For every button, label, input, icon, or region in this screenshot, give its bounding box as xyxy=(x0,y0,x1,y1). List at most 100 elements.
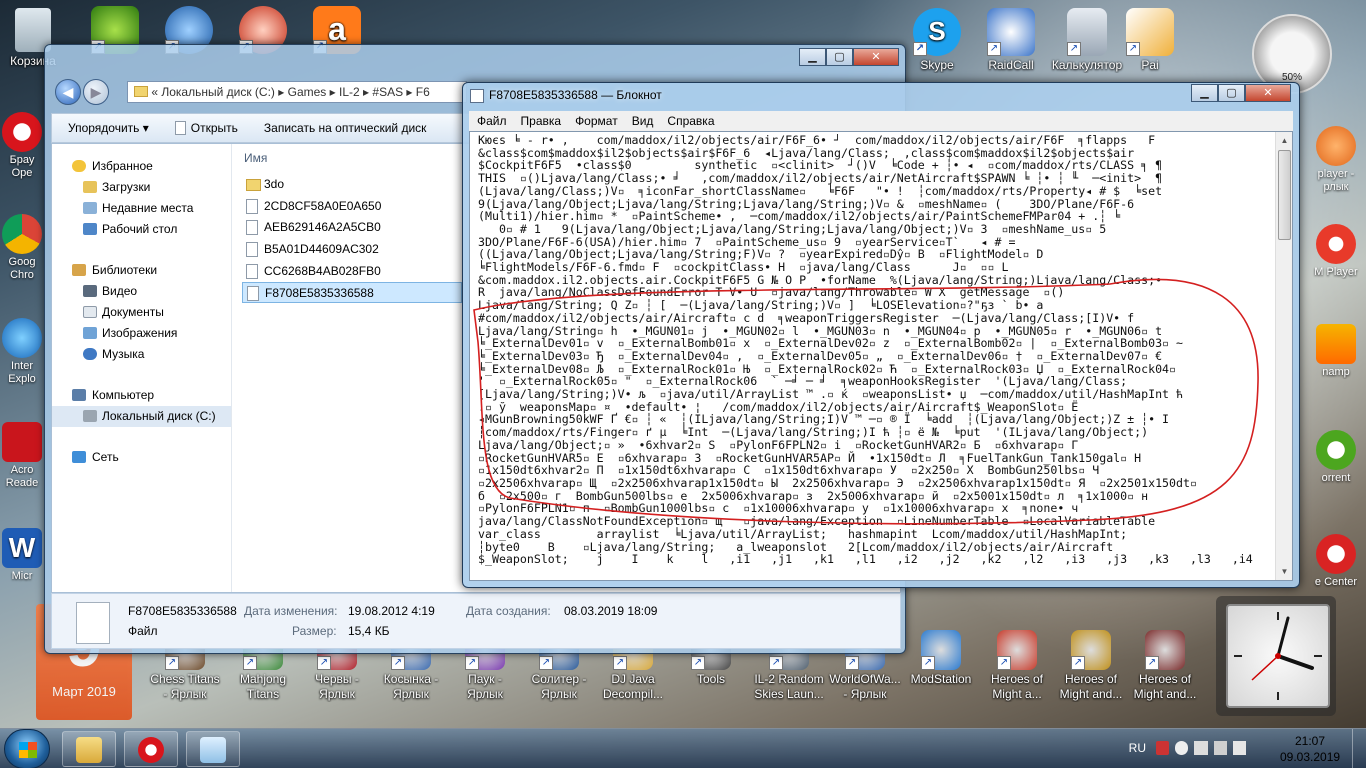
details-size-label: Размер: xyxy=(292,624,337,638)
show-desktop-button[interactable] xyxy=(1352,729,1366,768)
menu-help[interactable]: Справка xyxy=(667,111,714,131)
vertical-scrollbar[interactable]: ▲ ▼ xyxy=(1275,132,1292,580)
breadcrumb-item[interactable]: IL-2 xyxy=(339,85,360,99)
music-icon xyxy=(83,348,97,360)
nav-label: Видео xyxy=(102,284,138,298)
list-item[interactable]: B5A01D44609AC302 xyxy=(242,239,462,260)
shortcut-arrow-icon: ↗ xyxy=(317,656,331,670)
tray-icon[interactable] xyxy=(1175,741,1189,755)
desktop-icon-label-2: Ярлык xyxy=(467,687,503,701)
menu-file[interactable]: Файл xyxy=(477,111,507,131)
file-icon xyxy=(247,286,259,302)
shortcut-arrow-icon: ↗ xyxy=(539,656,553,670)
desktop-icon-heroes[interactable]: ↗ Heroes of Might and... xyxy=(1052,630,1130,702)
scrollbar-thumb[interactable] xyxy=(1278,150,1291,240)
nav-libraries[interactable]: Библиотеки xyxy=(52,260,231,281)
details-created-value: 08.03.2019 18:09 xyxy=(564,604,658,618)
desktop-icon-ie[interactable]: Inter Explo xyxy=(0,318,44,386)
tray-icon[interactable] xyxy=(1156,741,1170,755)
desktop-icon-kmplayer[interactable]: M Player xyxy=(1306,224,1366,279)
nav-downloads[interactable]: Загрузки xyxy=(52,177,231,198)
organize-button[interactable]: Упорядочить ▾ xyxy=(68,121,149,135)
paint-icon: ↗ xyxy=(1126,8,1174,56)
drive-icon xyxy=(83,410,97,422)
maximize-button[interactable]: ▢ xyxy=(1218,84,1245,102)
taskbar-notepad[interactable] xyxy=(186,731,240,767)
nav-label: Сеть xyxy=(92,450,119,464)
desktop-icon-chrome[interactable]: Goog Chro xyxy=(0,214,44,282)
tray-icon[interactable] xyxy=(1213,741,1227,755)
shortcut-arrow-icon: ↗ xyxy=(691,656,705,670)
close-button[interactable]: ✕ xyxy=(1245,84,1291,102)
nav-network[interactable]: Сеть xyxy=(52,447,231,468)
media-player-icon xyxy=(1316,126,1356,166)
nav-documents[interactable]: Документы xyxy=(52,302,231,323)
address-bar[interactable]: « Локальный диск (C:) ▸ Games ▸ IL-2 ▸ #… xyxy=(127,81,467,103)
nav-images[interactable]: Изображения xyxy=(52,323,231,344)
center-icon xyxy=(1316,534,1356,574)
nav-label: Документы xyxy=(102,305,164,319)
tray-clock[interactable]: 21:07 09.03.2019 xyxy=(1280,733,1340,765)
menu-edit[interactable]: Правка xyxy=(521,111,562,131)
breadcrumb-item[interactable]: Games xyxy=(288,85,327,99)
scroll-down-icon[interactable]: ▼ xyxy=(1276,563,1292,580)
forward-button[interactable]: ▶ xyxy=(83,79,109,105)
maximize-button[interactable]: ▢ xyxy=(826,48,853,66)
nav-local-disk[interactable]: Локальный диск (C:) xyxy=(52,406,231,427)
minimize-button[interactable]: ▁ xyxy=(799,48,826,66)
network-status-icon[interactable] xyxy=(1194,741,1208,755)
notepad-window[interactable]: F8708E5835336588 — Блокнот ▁ ▢ ✕ Файл Пр… xyxy=(462,82,1300,588)
menu-format[interactable]: Формат xyxy=(575,111,618,131)
column-header-name[interactable]: Имя xyxy=(242,144,462,174)
volume-icon[interactable] xyxy=(1232,741,1247,755)
desktop-icon-media-player[interactable]: player - рлык xyxy=(1306,126,1366,194)
desktop-icon-heroes[interactable]: ↗ Heroes of Might a... xyxy=(978,630,1056,702)
recent-places-icon xyxy=(83,202,97,214)
file-icon xyxy=(246,263,258,279)
list-item[interactable]: 2CD8CF58A0E0A650 xyxy=(242,196,462,217)
list-item-selected[interactable]: F8708E5835336588 xyxy=(242,282,462,304)
nav-video[interactable]: Видео xyxy=(52,281,231,302)
nav-computer[interactable]: Компьютер xyxy=(52,385,231,406)
taskbar-explorer[interactable] xyxy=(62,731,116,767)
desktop-icon-utorrent[interactable]: orrent xyxy=(1306,430,1366,485)
heroes-icon: ↗ xyxy=(1145,630,1185,670)
desktop-icon-heroes[interactable]: ↗ Heroes of Might and... xyxy=(1126,630,1204,702)
nav-label: Изображения xyxy=(102,326,178,340)
nav-music[interactable]: Музыка xyxy=(52,344,231,365)
desktop-icon-paint[interactable]: ↗ Pai xyxy=(1120,8,1180,73)
back-button[interactable]: ◀ xyxy=(55,79,81,105)
desktop-icon-word[interactable]: W Micr xyxy=(0,528,44,583)
file-icon xyxy=(174,121,186,135)
desktop-icon-acrobat[interactable]: Acro Reade xyxy=(0,422,44,490)
menu-view[interactable]: Вид xyxy=(632,111,654,131)
desktop-icon-calculator[interactable]: ↗ Калькулятор xyxy=(1044,8,1130,73)
list-item[interactable]: CC6268B4AB028FB0 xyxy=(242,261,462,282)
list-item[interactable]: AEB629146A2A5CB0 xyxy=(242,217,462,238)
text-area[interactable]: Кюєѕ ╘ - r• , com/maddox/il2/objects/air… xyxy=(469,131,1293,581)
minimize-button[interactable]: ▁ xyxy=(1191,84,1218,102)
taskbar-opera[interactable] xyxy=(124,731,178,767)
list-item[interactable]: 3do xyxy=(242,174,462,195)
breadcrumb-item[interactable]: Локальный диск (C:) xyxy=(161,85,275,99)
desktop-icon-winamp[interactable]: namp xyxy=(1306,324,1366,379)
breadcrumb-item[interactable]: #SAS xyxy=(372,85,403,99)
start-button[interactable] xyxy=(4,729,50,768)
desktop-icon-center[interactable]: e Center xyxy=(1306,534,1366,589)
breadcrumb-item[interactable]: F6 xyxy=(416,85,430,99)
language-indicator[interactable]: RU xyxy=(1129,741,1146,755)
desktop-icon-modstation[interactable]: ↗ ModStation xyxy=(902,630,980,687)
nav-recent[interactable]: Недавние места xyxy=(52,198,231,219)
scroll-up-icon[interactable]: ▲ xyxy=(1276,132,1292,149)
text-line: ╘FlightModels/F6F-6.fmd▫ F ▫cockpitClass… xyxy=(478,260,1009,275)
desktop-icon-label: Tools xyxy=(696,672,725,686)
open-button[interactable]: Открыть xyxy=(174,121,238,135)
nav-desktop[interactable]: Рабочий стол xyxy=(52,219,231,240)
desktop-icon-raidcall[interactable]: ↗ RaidCall xyxy=(968,8,1054,73)
text-content[interactable]: Кюєѕ ╘ - r• , com/maddox/il2/objects/air… xyxy=(472,134,1274,574)
desktop-icon-opera[interactable]: Брау Ope xyxy=(0,112,44,180)
close-button[interactable]: ✕ xyxy=(853,48,899,66)
nav-favorites[interactable]: Избранное xyxy=(52,156,231,177)
burn-button[interactable]: Записать на оптический диск xyxy=(264,121,427,135)
opera-browser-icon xyxy=(2,112,42,152)
